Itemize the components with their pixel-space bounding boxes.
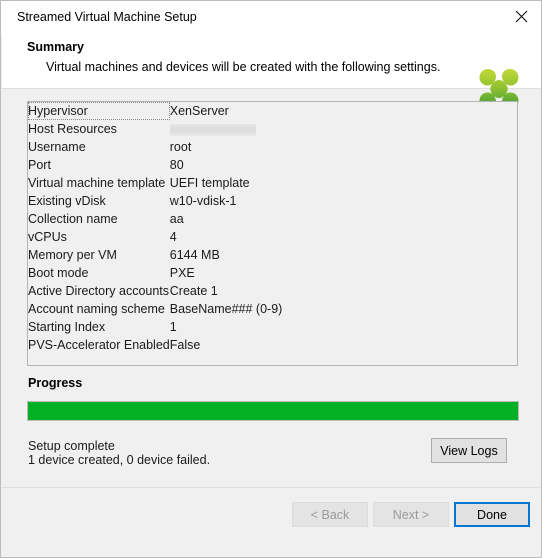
page-title: Summary [27, 40, 84, 54]
summary-row-label: Username [28, 140, 86, 154]
status-text-primary: Setup complete [28, 439, 115, 453]
summary-row-label: Hypervisor [28, 102, 170, 120]
summary-row-value: Create 1 [169, 284, 218, 298]
summary-row-label: Boot mode [28, 266, 89, 280]
window-title: Streamed Virtual Machine Setup [17, 10, 197, 24]
close-icon[interactable] [499, 1, 541, 32]
progress-bar [27, 401, 519, 421]
summary-row: Hypervisor XenServer [28, 102, 517, 120]
setup-wizard-window: Streamed Virtual Machine Setup Summary V… [0, 0, 542, 558]
summary-row: Collection name aa [28, 210, 517, 228]
summary-row: Boot mode PXE [28, 264, 517, 282]
summary-row-value: aa [169, 212, 184, 226]
summary-settings-panel: Hypervisor XenServer Host Resources Usernam… [27, 101, 518, 366]
summary-row: Existing vDisk w10-vdisk-1 [28, 192, 517, 210]
summary-row: Virtual machine template UEFI template [28, 174, 517, 192]
summary-row-value: UEFI template [169, 176, 250, 190]
progress-bar-fill [28, 402, 518, 420]
summary-row-value: 80 [169, 158, 184, 172]
summary-row-label: Existing vDisk [28, 194, 106, 208]
summary-row-label: Host Resources [28, 122, 117, 136]
summary-row: vCPUs 4 [28, 228, 517, 246]
status-text-secondary: 1 device created, 0 device failed. [28, 453, 211, 467]
summary-row: Host Resources [28, 120, 517, 138]
summary-row-value: PXE [169, 266, 195, 280]
view-logs-button[interactable]: View Logs [431, 438, 507, 463]
summary-row-label: Collection name [28, 212, 118, 226]
done-button[interactable]: Done [454, 502, 530, 527]
summary-row-value: root [169, 140, 192, 154]
summary-row: Memory per VM 6144 MB [28, 246, 517, 264]
summary-row: Active Directory accounts Create 1 [28, 282, 517, 300]
summary-row-value: 4 [169, 230, 177, 244]
summary-row: Starting Index 1 [28, 318, 517, 336]
back-button[interactable]: < Back [292, 502, 368, 527]
summary-row-value: 6144 MB [169, 248, 220, 262]
summary-table: Hypervisor XenServer Host Resources Usernam… [28, 102, 517, 354]
summary-row-label: PVS-Accelerator Enabled [28, 338, 170, 352]
summary-row-label: Active Directory accounts [28, 284, 170, 298]
summary-row-value: XenServer [169, 104, 229, 118]
summary-row-label: Account naming scheme [28, 302, 165, 316]
summary-row-value: 1 [169, 320, 177, 334]
wizard-header: Summary Virtual machines and devices wil… [2, 34, 541, 109]
summary-row: Account naming scheme BaseName### (0-9) [28, 300, 517, 318]
next-button[interactable]: Next > [373, 502, 449, 527]
summary-row-label: Virtual machine template [28, 176, 166, 190]
summary-row-label: Starting Index [28, 320, 106, 334]
summary-row: PVS-Accelerator Enabled False [28, 336, 517, 354]
summary-row-label: Memory per VM [28, 248, 117, 262]
summary-row-label: Port [28, 158, 51, 172]
summary-row: Username root [28, 138, 517, 156]
redacted-value [169, 123, 256, 136]
summary-row-value: False [169, 338, 201, 352]
page-subtitle: Virtual machines and devices will be cre… [46, 60, 441, 74]
summary-row: Port 80 [28, 156, 517, 174]
summary-row-label: vCPUs [28, 230, 67, 244]
summary-row-value: w10-vdisk-1 [169, 194, 237, 208]
wizard-footer: < Back Next > Done [2, 487, 541, 557]
progress-section-label: Progress [28, 376, 83, 390]
title-bar: Streamed Virtual Machine Setup [1, 1, 541, 34]
summary-row-value: BaseName### (0-9) [169, 302, 283, 316]
summary-row-value [169, 120, 517, 138]
